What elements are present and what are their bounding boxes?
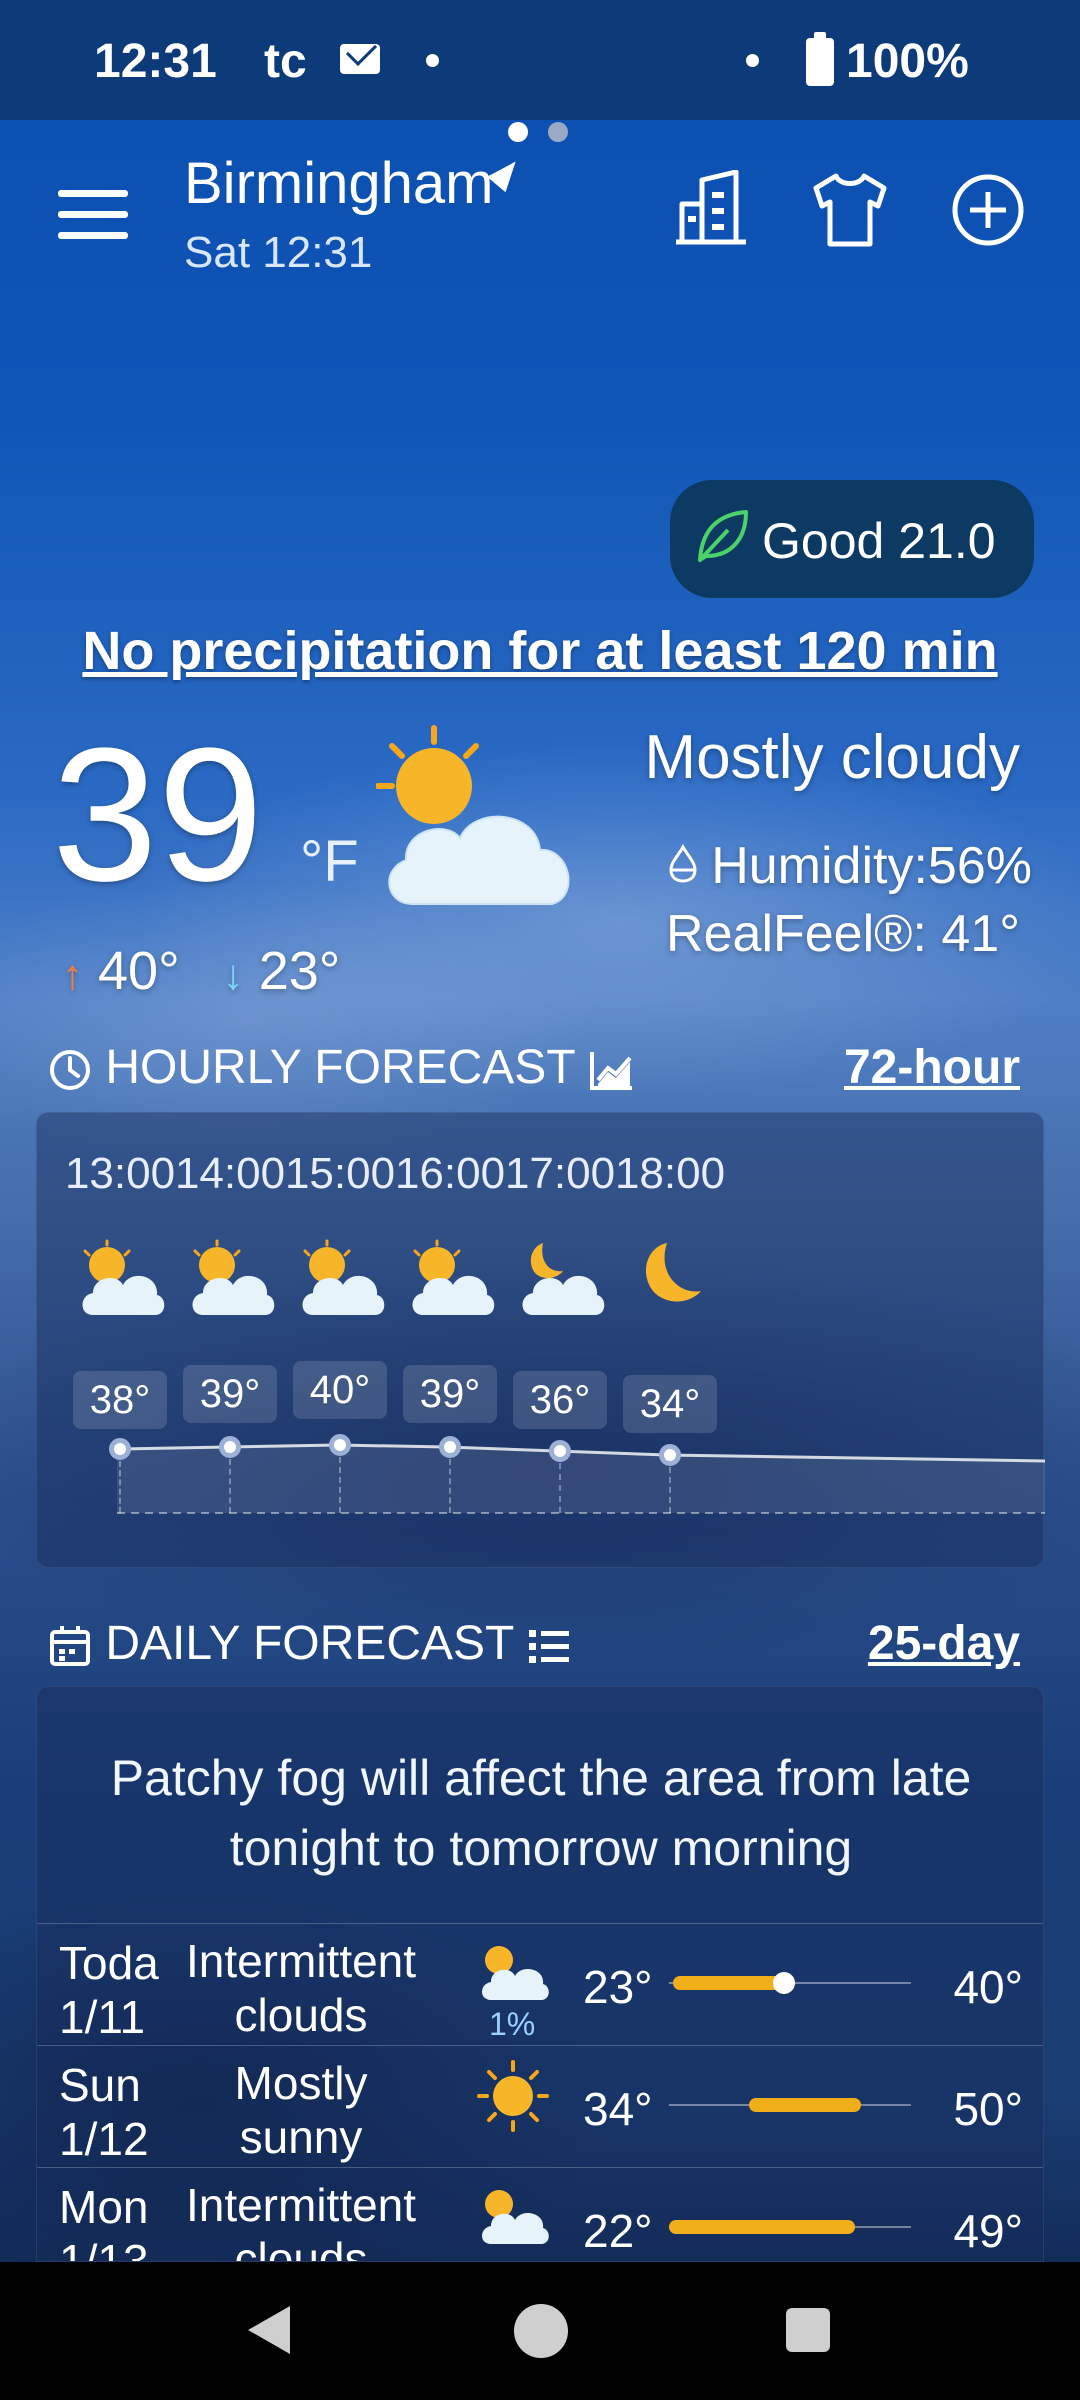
calendar-icon <box>50 1626 90 1667</box>
low-temp: 23° <box>258 941 341 1001</box>
add-location-icon[interactable] <box>948 170 1028 250</box>
leaf-icon <box>698 510 748 562</box>
graph-point <box>439 1436 461 1458</box>
high-temp: 40° <box>98 941 180 1001</box>
arrow-up-icon: ↑ <box>62 951 83 998</box>
partly-cloudy-day-icon <box>482 1946 549 2000</box>
hour-temp: 36° <box>513 1371 607 1429</box>
temp-range-bar <box>749 2098 861 2112</box>
arrow-down-icon: ↓ <box>222 951 244 998</box>
moon-icon <box>645 1243 701 1302</box>
graph-dashline <box>119 1461 121 1513</box>
partly-cloudy-day-icon <box>482 2190 549 2244</box>
city-name[interactable]: Birmingham <box>184 150 493 217</box>
current-temperature: 39 <box>52 709 264 921</box>
day-condition: Intermittent clouds <box>185 2179 417 2262</box>
status-carrier: tc <box>264 35 307 88</box>
partly-cloudy-day-icon <box>412 1239 495 1315</box>
partly-cloudy-night-icon <box>522 1243 605 1315</box>
realfeel-value: RealFeel®: 41° <box>666 905 1020 963</box>
status-time: 12:31 <box>94 35 217 88</box>
precipitation-link[interactable]: No precipitation for at least 120 min <box>0 620 1080 682</box>
city-buildings-icon[interactable] <box>672 169 752 250</box>
graph-dashline <box>339 1457 341 1513</box>
day-condition: Mostly sunny <box>234 2057 368 2163</box>
hour-temp: 34° <box>623 1375 717 1433</box>
partly-cloudy-day-icon <box>376 725 570 905</box>
day-label: Sun 1/12 <box>59 2059 149 2165</box>
recent-apps-icon[interactable] <box>786 2308 830 2352</box>
daily-row[interactable]: Toda 1/11 Intermittent clouds 1% 23° 40° <box>37 1923 1043 2045</box>
sunny-icon <box>477 2060 549 2132</box>
menu-icon[interactable] <box>58 190 128 240</box>
humidity-value: Humidity:56% <box>711 837 1032 895</box>
back-icon[interactable] <box>248 2306 290 2354</box>
hour-temp: 40° <box>293 1361 387 1419</box>
daily-forecast-card[interactable]: Patchy fog will affect the area from lat… <box>36 1686 1044 2262</box>
date-time: Sat 12:31 <box>184 228 373 277</box>
graph-point <box>659 1444 681 1466</box>
daily-title: DAILY FORECAST <box>105 1617 514 1670</box>
chart-icon <box>590 1052 633 1091</box>
temp-range-bar <box>669 2220 855 2234</box>
hourly-forecast-heading[interactable]: HOURLY FORECAST <box>48 1040 636 1095</box>
day-low: 22° <box>583 2205 653 2257</box>
graph-dashline <box>559 1463 561 1513</box>
daily-summary[interactable]: Patchy fog will affect the area from lat… <box>37 1743 1043 1883</box>
day-high: 50° <box>953 2083 1023 2135</box>
day-low: 34° <box>583 2083 653 2135</box>
signal-dot-icon <box>746 54 759 67</box>
partly-cloudy-day-icon <box>82 1239 165 1315</box>
day-low: 23° <box>583 1961 653 2013</box>
graph-dashline <box>229 1459 231 1513</box>
page-dot-active <box>508 122 528 142</box>
humidity-drop-icon <box>669 844 697 883</box>
battery-percent: 100% <box>846 35 969 88</box>
day-high: 49° <box>953 2205 1023 2257</box>
temperature-unit[interactable]: °F <box>300 828 359 895</box>
partly-cloudy-day-icon <box>302 1239 385 1315</box>
day-high: 40° <box>953 1961 1023 2013</box>
page-dot-inactive <box>548 122 568 142</box>
hourly-forecast-card[interactable]: 13:00 38° 14:00 39° 15:00 40° 16:00 39° … <box>36 1112 1045 1568</box>
current-condition: Mostly cloudy <box>644 723 1020 792</box>
air-quality-label: Good 21.0 <box>762 513 996 569</box>
air-quality-badge[interactable]: Good 21.0 <box>670 480 1034 598</box>
day-condition: Intermittent clouds <box>185 1935 417 2041</box>
graph-dashline <box>449 1459 451 1513</box>
clothing-shirt-icon[interactable] <box>810 170 890 250</box>
rain-chance: 1% <box>489 2006 536 2042</box>
72-hour-link[interactable]: 72-hour <box>844 1040 1020 1095</box>
clock-icon <box>50 1050 90 1091</box>
notification-dot-icon <box>426 54 439 67</box>
hourly-title: HOURLY FORECAST <box>105 1041 575 1094</box>
list-icon <box>528 1630 569 1664</box>
graph-point <box>109 1438 131 1460</box>
hour-temp: 39° <box>403 1365 497 1423</box>
current-temp-marker <box>773 1972 795 1994</box>
temp-range-bar <box>673 1976 783 1990</box>
hour-time: 18:00 <box>614 1149 726 1198</box>
high-low-temps: ↑ 40° ↓ 23° <box>62 940 340 1002</box>
graph-point <box>549 1440 571 1462</box>
day-label: Toda 1/11 <box>59 1937 159 2043</box>
home-icon[interactable] <box>514 2304 568 2358</box>
25-day-link[interactable]: 25-day <box>868 1616 1020 1671</box>
hour-temp: 38° <box>73 1371 167 1429</box>
graph-point <box>329 1434 351 1456</box>
daily-row[interactable]: Mon 1/13 Intermittent clouds 22° 49° <box>37 2167 1043 2262</box>
day-label: Mon 1/13 <box>59 2181 149 2262</box>
graph-dashline <box>669 1467 671 1513</box>
status-bar: 12:31 tc 100% <box>0 0 1080 120</box>
daily-row[interactable]: Sun 1/12 Mostly sunny 34° 50° <box>37 2045 1043 2167</box>
graph-point <box>219 1436 241 1458</box>
partly-cloudy-day-icon <box>192 1239 275 1315</box>
daily-forecast-heading[interactable]: DAILY FORECAST <box>48 1616 571 1671</box>
system-navigation-bar <box>0 2262 1080 2400</box>
battery-icon <box>806 32 834 86</box>
hour-temp: 39° <box>183 1365 277 1423</box>
mail-icon <box>340 44 380 74</box>
